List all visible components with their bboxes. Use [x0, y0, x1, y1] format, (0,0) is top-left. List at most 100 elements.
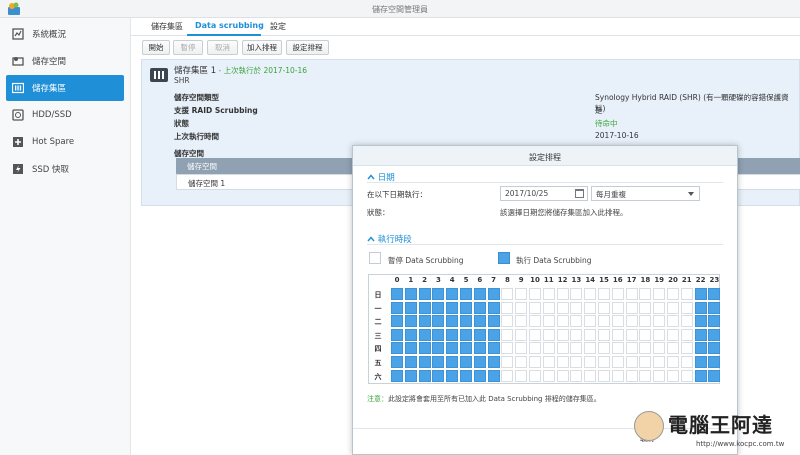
schedule-cell[interactable] — [556, 328, 569, 341]
schedule-cell[interactable] — [432, 342, 445, 355]
schedule-cell[interactable] — [529, 301, 541, 314]
schedule-cell[interactable] — [404, 315, 417, 328]
schedule-cell[interactable] — [639, 301, 652, 314]
schedule-cell[interactable] — [708, 356, 721, 368]
pause-button[interactable]: 暫停 — [173, 40, 203, 55]
schedule-cell[interactable] — [708, 328, 721, 341]
schedule-cell[interactable] — [446, 288, 459, 300]
schedule-cell[interactable] — [653, 315, 666, 328]
schedule-cell[interactable] — [487, 356, 500, 368]
schedule-cell[interactable] — [529, 369, 541, 382]
schedule-cell[interactable] — [556, 315, 569, 328]
schedule-cell[interactable] — [556, 342, 569, 355]
schedule-cell[interactable] — [611, 342, 624, 355]
schedule-cell[interactable] — [584, 288, 597, 300]
schedule-cell[interactable] — [584, 328, 597, 341]
start-button[interactable]: 開始 — [142, 40, 170, 55]
schedule-cell[interactable] — [708, 369, 721, 382]
sidebar-item-volume[interactable]: 儲存空間 — [6, 48, 124, 74]
schedule-cell[interactable] — [515, 315, 528, 328]
schedule-cell[interactable] — [487, 288, 500, 300]
schedule-cell[interactable] — [404, 342, 417, 355]
schedule-cell[interactable] — [584, 315, 597, 328]
schedule-cell[interactable] — [515, 288, 528, 300]
schedule-cell[interactable] — [418, 369, 431, 382]
schedule-cell[interactable] — [625, 342, 638, 355]
schedule-cell[interactable] — [542, 356, 555, 368]
schedule-cell[interactable] — [473, 288, 486, 300]
schedule-cell[interactable] — [584, 342, 597, 355]
schedule-cell[interactable] — [667, 315, 679, 328]
schedule-cell[interactable] — [639, 369, 652, 382]
schedule-cell[interactable] — [680, 301, 693, 314]
schedule-cell[interactable] — [473, 369, 486, 382]
schedule-cell[interactable] — [667, 328, 679, 341]
schedule-cell[interactable] — [542, 315, 555, 328]
schedule-cell[interactable] — [404, 288, 417, 300]
schedule-cell[interactable] — [598, 369, 610, 382]
schedule-cell[interactable] — [404, 328, 417, 341]
schedule-cell[interactable] — [570, 315, 583, 328]
schedule-cell[interactable] — [570, 328, 583, 341]
schedule-cell[interactable] — [542, 342, 555, 355]
schedule-cell[interactable] — [418, 342, 431, 355]
schedule-cell[interactable] — [556, 301, 569, 314]
schedule-cell[interactable] — [639, 356, 652, 368]
schedule-cell[interactable] — [667, 369, 679, 382]
schedule-cell[interactable] — [570, 288, 583, 300]
schedule-cell[interactable] — [432, 369, 445, 382]
schedule-cell[interactable] — [473, 342, 486, 355]
schedule-cell[interactable] — [625, 356, 638, 368]
schedule-cell[interactable] — [418, 356, 431, 368]
schedule-cell[interactable] — [432, 356, 445, 368]
schedule-cell[interactable] — [584, 356, 597, 368]
schedule-cell[interactable] — [667, 301, 679, 314]
schedule-cell[interactable] — [473, 356, 486, 368]
schedule-cell[interactable] — [446, 301, 459, 314]
schedule-cell[interactable] — [708, 288, 721, 300]
sidebar-item-hot-spare[interactable]: Hot Spare — [6, 129, 124, 155]
schedule-cell[interactable] — [460, 356, 472, 368]
schedule-cell[interactable] — [515, 328, 528, 341]
date-input[interactable]: 2017/10/25 — [500, 186, 588, 201]
tab-settings[interactable]: 設定 — [270, 21, 286, 32]
schedule-cell[interactable] — [625, 288, 638, 300]
schedule-cell[interactable] — [418, 288, 431, 300]
schedule-cell[interactable] — [515, 369, 528, 382]
schedule-cell[interactable] — [460, 342, 472, 355]
schedule-cell[interactable] — [446, 328, 459, 341]
schedule-cell[interactable] — [501, 315, 514, 328]
schedule-cell[interactable] — [667, 342, 679, 355]
schedule-cell[interactable] — [598, 356, 610, 368]
schedule-cell[interactable] — [460, 301, 472, 314]
schedule-cell[interactable] — [598, 288, 610, 300]
schedule-cell[interactable] — [487, 342, 500, 355]
sidebar-item-hdd-ssd[interactable]: HDD/SSD — [6, 102, 124, 128]
schedule-cell[interactable] — [694, 369, 707, 382]
sidebar-item-overview[interactable]: 系統概況 — [6, 21, 124, 47]
schedule-cell[interactable] — [460, 369, 472, 382]
schedule-cell[interactable] — [598, 342, 610, 355]
schedule-cell[interactable] — [446, 342, 459, 355]
schedule-cell[interactable] — [418, 315, 431, 328]
schedule-cell[interactable] — [501, 356, 514, 368]
set-schedule-button[interactable]: 設定排程 — [286, 40, 329, 55]
schedule-cell[interactable] — [487, 301, 500, 314]
schedule-cell[interactable] — [432, 315, 445, 328]
schedule-cell[interactable] — [529, 342, 541, 355]
schedule-cell[interactable] — [598, 301, 610, 314]
schedule-cell[interactable] — [391, 288, 403, 300]
schedule-cell[interactable] — [446, 315, 459, 328]
schedule-cell[interactable] — [542, 369, 555, 382]
schedule-cell[interactable] — [473, 328, 486, 341]
schedule-cell[interactable] — [404, 356, 417, 368]
schedule-cell[interactable] — [418, 301, 431, 314]
sidebar-item-storage-pool[interactable]: 儲存集區 — [6, 75, 124, 101]
schedule-cell[interactable] — [653, 328, 666, 341]
schedule-cell[interactable] — [501, 369, 514, 382]
schedule-cell[interactable] — [708, 315, 721, 328]
schedule-grid[interactable]: 0 1 2 3 4 5 6 7 8 9 10 11 12 13 14 15 16 17 18 19 20 21 22 23 日一… — [368, 274, 721, 384]
schedule-cell[interactable] — [694, 328, 707, 341]
schedule-cell[interactable] — [542, 288, 555, 300]
schedule-cell[interactable] — [515, 342, 528, 355]
